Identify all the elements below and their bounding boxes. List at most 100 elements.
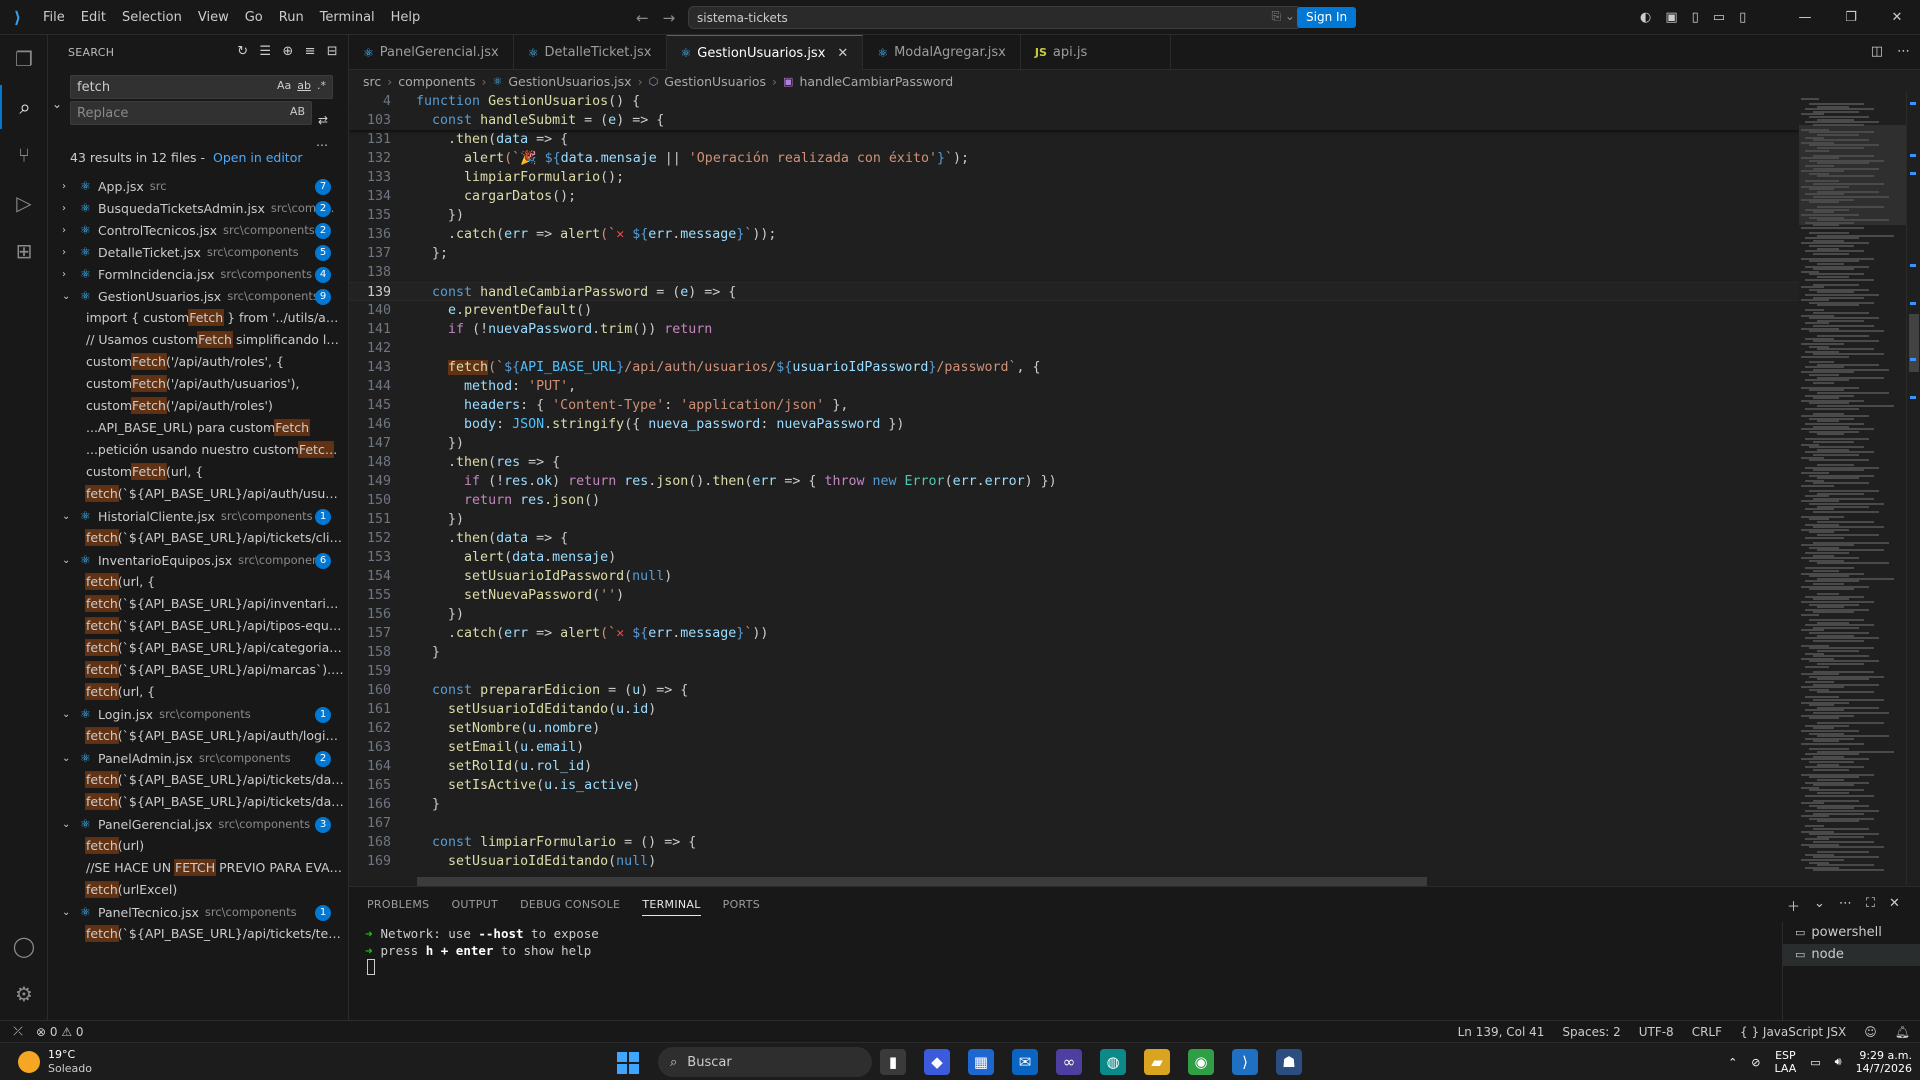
chevron-down-icon[interactable]: ⌄ — [62, 511, 76, 522]
replace-input[interactable]: Replace AB — [70, 101, 312, 125]
chat-icon[interactable]: ⎘ ⌄ — [1272, 9, 1295, 24]
view-as-tree-icon[interactable]: ≡ — [305, 44, 316, 59]
close-window-icon[interactable]: ✕ — [1874, 0, 1920, 35]
result-file-row[interactable]: ⌄ ⚛ PanelAdmin.jsx src\components 2 — [48, 747, 349, 769]
menu-item-terminal[interactable]: Terminal — [312, 0, 383, 35]
refresh-icon[interactable]: ↻ — [237, 44, 248, 59]
result-match-row[interactable]: fetch(`${API_BASE_URL}/api/inventario`).… — [48, 593, 344, 615]
result-match-row[interactable]: import { customFetch } from '../utils/ap… — [48, 307, 344, 329]
result-match-row[interactable]: customFetch('/api/auth/roles') — [48, 395, 344, 417]
terminal-item-powershell[interactable]: ▭ powershell — [1783, 922, 1920, 944]
result-match-row[interactable]: fetch(`${API_BASE_URL}/api/auth/login`, … — [48, 725, 344, 747]
more-options-icon[interactable]: ⋯ — [316, 138, 328, 152]
breadcrumb-item-component[interactable]: GestionUsuarios — [664, 74, 766, 89]
no-network-icon[interactable]: ⊘ — [1751, 1056, 1760, 1069]
layout-customize-icon[interactable]: ▣ — [1665, 10, 1677, 25]
result-match-row[interactable]: customFetch('/api/auth/roles', { — [48, 351, 344, 373]
breadcrumb-item-function[interactable]: handleCambiarPassword — [799, 74, 953, 89]
clock[interactable]: 9:29 a.m. 14/7/2026 — [1856, 1049, 1912, 1075]
tab-detalleticket-jsx[interactable]: ⚛ DetalleTicket.jsx — [514, 35, 667, 70]
file-explorer-icon[interactable]: ▰ — [1144, 1049, 1170, 1075]
tab-api-js[interactable]: JS api.js — [1021, 35, 1171, 70]
result-file-row[interactable]: › ⚛ DetalleTicket.jsx src\components 5 — [48, 241, 349, 263]
terminal-dropdown-icon[interactable]: ⌄ — [1814, 896, 1825, 915]
open-in-editor-link[interactable]: Open in editor — [213, 150, 303, 165]
match-whole-word-toggle[interactable]: ab — [297, 79, 311, 92]
toggle-replace-chevron-icon[interactable]: ⌄ — [52, 97, 62, 111]
menu-item-go[interactable]: Go — [237, 0, 271, 35]
result-match-row[interactable]: fetch(`${API_BASE_URL}/api/tickets/dashb… — [48, 769, 344, 791]
result-file-row[interactable]: › ⚛ FormIncidencia.jsx src\components 4 — [48, 263, 349, 285]
back-arrow-icon[interactable]: ← — [636, 9, 649, 27]
encoding[interactable]: UTF-8 — [1639, 1025, 1674, 1039]
outlook-icon[interactable]: ✉ — [1012, 1049, 1038, 1075]
problems-indicator[interactable]: ⊗ 0 ⚠ 0 — [36, 1025, 84, 1039]
toggle-secondary-sidebar-icon[interactable]: ▯ — [1739, 10, 1746, 25]
visual-studio-icon[interactable]: ∞ — [1056, 1049, 1082, 1075]
tab-gestionusuarios-jsx[interactable]: ⚛ GestionUsuarios.jsx ✕ — [666, 35, 864, 70]
menu-item-run[interactable]: Run — [271, 0, 312, 35]
tab-modalagregar-jsx[interactable]: ⚛ ModalAgregar.jsx — [863, 35, 1021, 70]
result-match-row[interactable]: customFetch('/api/auth/usuarios'), — [48, 373, 344, 395]
task-view-icon[interactable]: ▮ — [880, 1049, 906, 1075]
chevron-right-icon[interactable]: › — [62, 247, 76, 258]
search-icon[interactable]: ⌕ — [0, 85, 48, 129]
panel-tab-ports[interactable]: PORTS — [723, 898, 760, 911]
indentation[interactable]: Spaces: 2 — [1562, 1025, 1620, 1039]
minimize-icon[interactable]: — — [1782, 0, 1828, 35]
breadcrumb-item-file[interactable]: GestionUsuarios.jsx — [508, 74, 631, 89]
settings-gear-icon[interactable]: ⚙ — [0, 972, 48, 1016]
result-file-row[interactable]: ⌄ ⚛ InventarioEquipos.jsx src\components 6 — [48, 549, 349, 571]
code-editor[interactable]: 4 function GestionUsuarios() {103 const h… — [349, 92, 1799, 885]
result-file-row[interactable]: ⌄ ⚛ GestionUsuarios.jsx src\components 9 — [48, 285, 349, 307]
chevron-down-icon[interactable]: ⌄ — [62, 819, 76, 830]
split-editor-icon[interactable]: ◫ — [1871, 44, 1883, 59]
result-match-row[interactable]: fetch(`${API_BASE_URL}/api/tickets/dashb… — [48, 791, 344, 813]
chevron-down-icon[interactable]: ⌄ — [62, 291, 76, 302]
command-center[interactable]: sistema-tickets ⎘ ⌄ — [688, 6, 1302, 29]
sign-in-button[interactable]: Sign In — [1297, 7, 1357, 28]
windows-start-icon[interactable] — [617, 1052, 639, 1074]
remote-indicator-icon[interactable]: ⤫ — [0, 1024, 36, 1039]
result-match-row[interactable]: fetch(url, { — [48, 681, 344, 703]
language-mode[interactable]: { } JavaScript JSX — [1740, 1025, 1846, 1039]
close-panel-icon[interactable]: ✕ — [1889, 896, 1900, 915]
preserve-case-toggle[interactable]: AB — [290, 105, 305, 118]
volume-icon[interactable]: 🔊︎ — [1835, 1055, 1842, 1069]
maximize-panel-icon[interactable]: ⛶ — [1866, 896, 1875, 915]
tab-panelgerencial-jsx[interactable]: ⚛ PanelGerencial.jsx — [349, 35, 514, 70]
chevron-down-icon[interactable]: ⌄ — [62, 907, 76, 918]
terminal-output[interactable]: ➜ Network: use --host to expose ➜ press h … — [365, 925, 599, 959]
result-match-row[interactable]: fetch(`${API_BASE_URL}/api/tipos-equipos… — [48, 615, 344, 637]
panel-tab-output[interactable]: OUTPUT — [451, 898, 498, 911]
panel-tab-problems[interactable]: PROBLEMS — [367, 898, 429, 911]
toggle-sidebar-icon[interactable]: ▯ — [1692, 10, 1699, 25]
result-match-row[interactable]: fetch(urlExcel) — [48, 879, 344, 901]
notifications-bell-icon[interactable]: 🔔︎ — [1895, 1025, 1910, 1039]
match-case-toggle[interactable]: Aa — [277, 79, 291, 92]
panel-tab-debug-console[interactable]: DEBUG CONSOLE — [520, 898, 620, 911]
chevron-right-icon[interactable]: › — [62, 203, 76, 214]
panel-tab-terminal[interactable]: TERMINAL — [642, 898, 701, 916]
result-file-row[interactable]: › ⚛ BusquedaTicketsAdmin.jsx src\comp... 2 — [48, 197, 349, 219]
chevron-right-icon[interactable]: › — [62, 225, 76, 236]
tray-chevron-icon[interactable]: ⌃ — [1728, 1056, 1737, 1069]
vertical-scrollbar[interactable] — [1906, 92, 1920, 885]
extensions-icon[interactable]: ⊞ — [0, 229, 48, 273]
result-match-row[interactable]: // Usamos customFetch simplificando la U… — [48, 329, 344, 351]
menu-item-help[interactable]: Help — [383, 0, 429, 35]
close-tab-icon[interactable]: ✕ — [837, 46, 848, 61]
terminal-item-node[interactable]: ▭ node — [1783, 944, 1920, 966]
new-search-editor-icon[interactable]: ⊕ — [282, 44, 293, 59]
forward-arrow-icon[interactable]: → — [663, 9, 676, 27]
result-file-row[interactable]: ⌄ ⚛ PanelGerencial.jsx src\components 3 — [48, 813, 349, 835]
chevron-right-icon[interactable]: › — [62, 181, 76, 192]
search-input[interactable]: fetch Aa ab .* — [70, 75, 333, 99]
weather-widget[interactable]: 19°C Soleado — [18, 1048, 92, 1076]
copilot-status-icon[interactable]: ☺ — [1864, 1025, 1877, 1039]
result-file-row[interactable]: › ⚛ App.jsx src 7 — [48, 175, 349, 197]
result-match-row[interactable]: fetch(url, { — [48, 571, 344, 593]
result-match-row[interactable]: fetch(`${API_BASE_URL}/api/tickets/tecni… — [48, 923, 344, 945]
result-file-row[interactable]: ⌄ ⚛ Login.jsx src\components 1 — [48, 703, 349, 725]
minimap[interactable] — [1799, 92, 1906, 885]
